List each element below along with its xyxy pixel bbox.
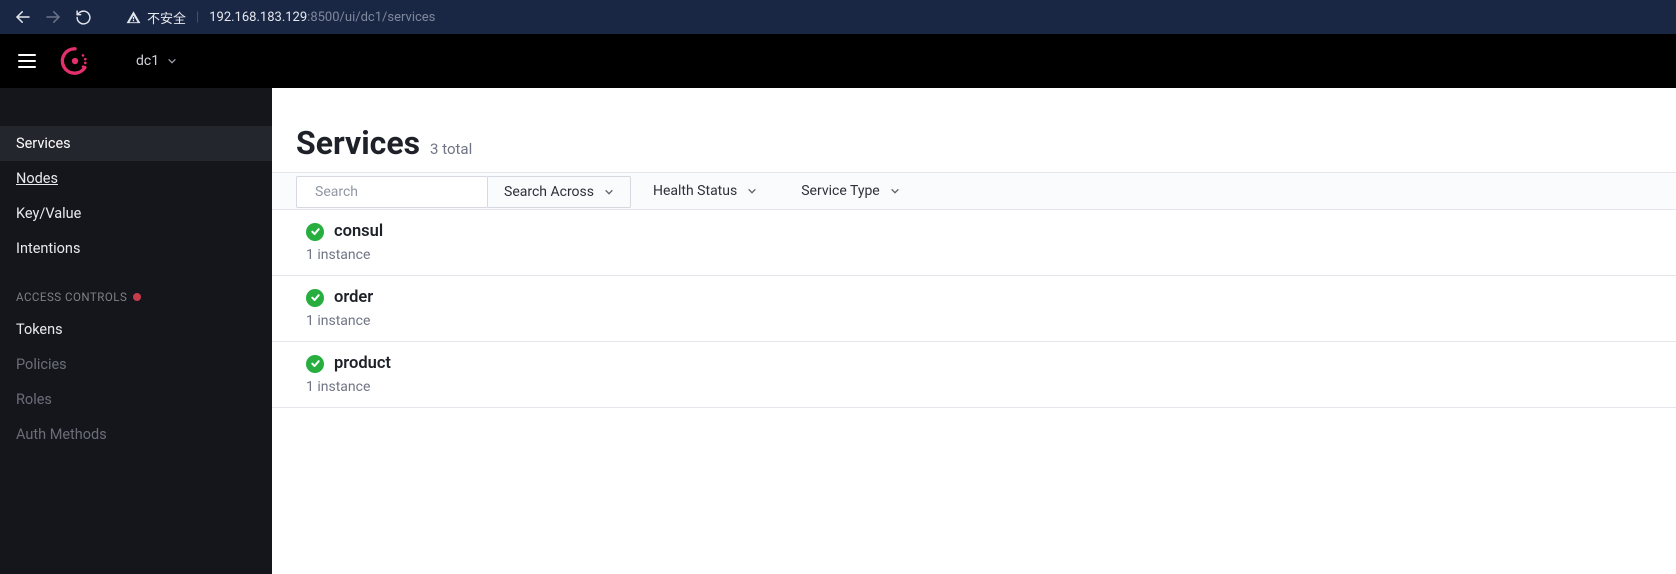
section-label-text: ACCESS CONTROLS <box>16 290 127 304</box>
sidebar-item-nodes[interactable]: Nodes <box>0 161 272 196</box>
menu-button[interactable] <box>18 50 40 72</box>
filter-health-status[interactable]: Health Status <box>631 173 779 209</box>
filter-service-type[interactable]: Service Type <box>779 173 922 209</box>
url-text[interactable]: 192.168.183.129:8500/ui/dc1/services <box>209 10 435 25</box>
service-row[interactable]: consul 1 instance <box>272 210 1676 276</box>
services-list: consul 1 instance order 1 instance <box>272 210 1676 408</box>
browser-address-bar: 不安全 | 192.168.183.129:8500/ui/dc1/servic… <box>0 0 1676 34</box>
service-name: product <box>334 354 391 373</box>
page-title: Services <box>296 124 420 162</box>
sidebar-item-label: Auth Methods <box>16 426 107 443</box>
consul-logo[interactable] <box>60 46 90 76</box>
warning-icon <box>126 10 141 25</box>
filter-label: Service Type <box>801 183 880 199</box>
reload-button[interactable] <box>68 2 98 32</box>
sidebar-item-intentions[interactable]: Intentions <box>0 231 272 266</box>
status-passing-icon <box>306 355 324 373</box>
chevron-down-icon <box>747 186 757 196</box>
service-instances: 1 instance <box>306 379 1676 395</box>
sidebar-item-auth-methods[interactable]: Auth Methods <box>0 417 272 452</box>
sidebar-item-services[interactable]: Services <box>0 126 272 161</box>
search-across-dropdown[interactable]: Search Across <box>487 176 631 208</box>
back-button[interactable] <box>8 2 38 32</box>
service-row[interactable]: product 1 instance <box>272 342 1676 408</box>
sidebar-item-label: Nodes <box>16 170 58 187</box>
sidebar-section-access-controls: ACCESS CONTROLS <box>0 266 272 312</box>
filter-bar: Search Across Health Status Service Type <box>272 172 1676 210</box>
service-name: consul <box>334 222 383 241</box>
service-name: order <box>334 288 373 307</box>
sidebar-item-label: Key/Value <box>16 205 81 222</box>
sidebar-item-tokens[interactable]: Tokens <box>0 312 272 347</box>
url-host: 192.168.183.129 <box>209 10 307 25</box>
reload-icon <box>75 9 92 26</box>
search-input[interactable] <box>315 184 493 200</box>
sidebar-item-label: Roles <box>16 391 52 408</box>
sidebar-item-roles[interactable]: Roles <box>0 382 272 417</box>
sidebar-item-keyvalue[interactable]: Key/Value <box>0 196 272 231</box>
search-across-label: Search Across <box>504 184 594 200</box>
app-header: dc1 <box>0 34 1676 88</box>
sidebar-item-label: Services <box>16 135 71 152</box>
warning-dot-icon <box>133 293 141 301</box>
datacenter-label: dc1 <box>136 53 159 69</box>
service-instances: 1 instance <box>306 313 1676 329</box>
chevron-down-icon <box>167 56 177 66</box>
sidebar-item-policies[interactable]: Policies <box>0 347 272 382</box>
datacenter-picker[interactable]: dc1 <box>136 53 177 69</box>
forward-button[interactable] <box>38 2 68 32</box>
arrow-right-icon <box>44 8 62 26</box>
search-input-wrap[interactable] <box>296 176 488 208</box>
security-label: 不安全 <box>147 8 186 27</box>
main-content: Services 3 total Search Across Health St… <box>272 88 1676 574</box>
service-row[interactable]: order 1 instance <box>272 276 1676 342</box>
consul-logo-icon <box>60 46 90 76</box>
url-path: :8500/ui/dc1/services <box>307 10 435 25</box>
status-passing-icon <box>306 289 324 307</box>
separator: | <box>196 10 199 25</box>
security-status[interactable]: 不安全 <box>126 8 186 27</box>
service-instances: 1 instance <box>306 247 1676 263</box>
filter-label: Health Status <box>653 183 737 199</box>
page-count: 3 total <box>430 140 472 158</box>
chevron-down-icon <box>890 186 900 196</box>
status-passing-icon <box>306 223 324 241</box>
sidebar-item-label: Policies <box>16 356 67 373</box>
sidebar: Services Nodes Key/Value Intentions ACCE… <box>0 88 272 574</box>
sidebar-item-label: Tokens <box>16 321 63 338</box>
arrow-left-icon <box>14 8 32 26</box>
chevron-down-icon <box>604 187 614 197</box>
sidebar-item-label: Intentions <box>16 240 80 257</box>
